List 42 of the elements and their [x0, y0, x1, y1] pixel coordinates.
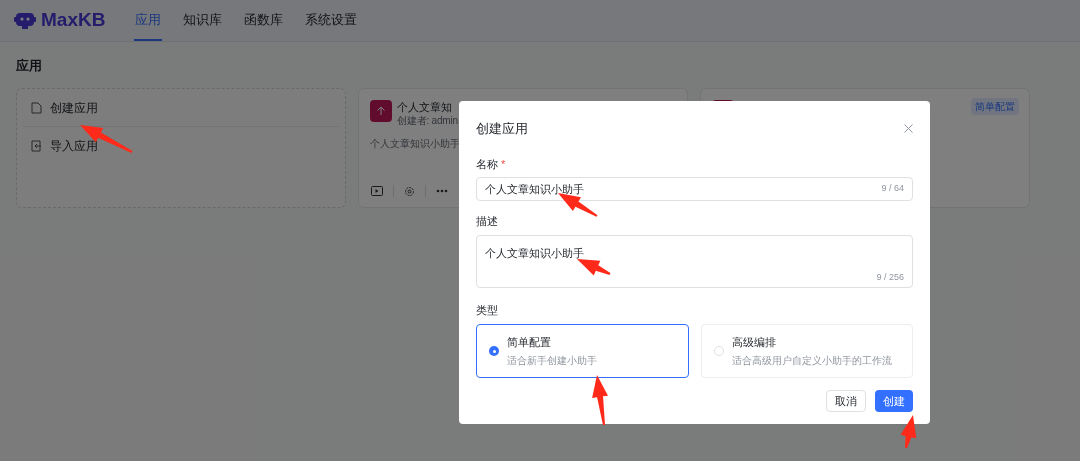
logo-text: MaxKB [41, 8, 106, 33]
char-count: 9 / 64 [881, 182, 904, 196]
name-input[interactable]: 个人文章知识小助手 9 / 64 [476, 177, 913, 201]
nav-tab[interactable]: 知识库 [182, 0, 223, 41]
document-add-icon [31, 101, 42, 114]
annotation-arrow [558, 193, 598, 217]
import-icon [31, 140, 42, 152]
annotation-arrow [577, 259, 611, 276]
arrow-up-icon [376, 106, 386, 116]
annotation-arrow [900, 415, 917, 449]
app-title: 个人文章知 [397, 100, 453, 114]
nav-tab[interactable]: 系统设置 [304, 0, 358, 41]
radio-button[interactable] [489, 346, 499, 356]
annotation-arrow [592, 375, 608, 426]
create-button[interactable]: 创建 [875, 390, 913, 412]
card-action[interactable]: 创建应用 [23, 89, 339, 127]
required-mark: * [501, 156, 506, 172]
description-textarea[interactable]: 个人文章知识小助手 9 / 256 [476, 234, 913, 288]
option-title: 高级编排 [731, 335, 777, 351]
dialog-title: 创建应用 [476, 120, 528, 138]
robot-logo-icon [14, 11, 36, 30]
type-option[interactable]: 简单配置 适合新手创建小助手 [476, 324, 689, 378]
play-icon[interactable] [371, 186, 383, 196]
field-label: 描述 [476, 214, 499, 229]
type-badge: 简单配置 [971, 98, 1019, 115]
char-count: 9 / 256 [876, 271, 904, 284]
cancel-button[interactable]: 取消 [826, 390, 866, 412]
settings-icon[interactable] [404, 185, 415, 197]
nav-tab[interactable]: 函数库 [243, 0, 284, 41]
nav-tab[interactable]: 应用 [134, 0, 162, 41]
option-subtitle: 适合新手创建小助手 [507, 353, 597, 368]
type-option[interactable]: 高级编排 适合高级用户自定义小助手的工作流 [700, 324, 913, 378]
page-title: 应用 [16, 58, 43, 74]
option-title: 简单配置 [507, 335, 552, 351]
app-description: 个人文章知识小助手 [370, 137, 461, 151]
app-creator: 创建者: admin [397, 114, 458, 127]
close-icon[interactable] [904, 124, 913, 134]
option-subtitle: 适合高级用户自定义小助手的工作流 [731, 353, 892, 368]
more-icon[interactable] [436, 189, 448, 193]
field-label: 名称 [476, 156, 498, 172]
card-action[interactable]: 导入应用 [23, 127, 339, 165]
field-label: 类型 [476, 302, 499, 318]
